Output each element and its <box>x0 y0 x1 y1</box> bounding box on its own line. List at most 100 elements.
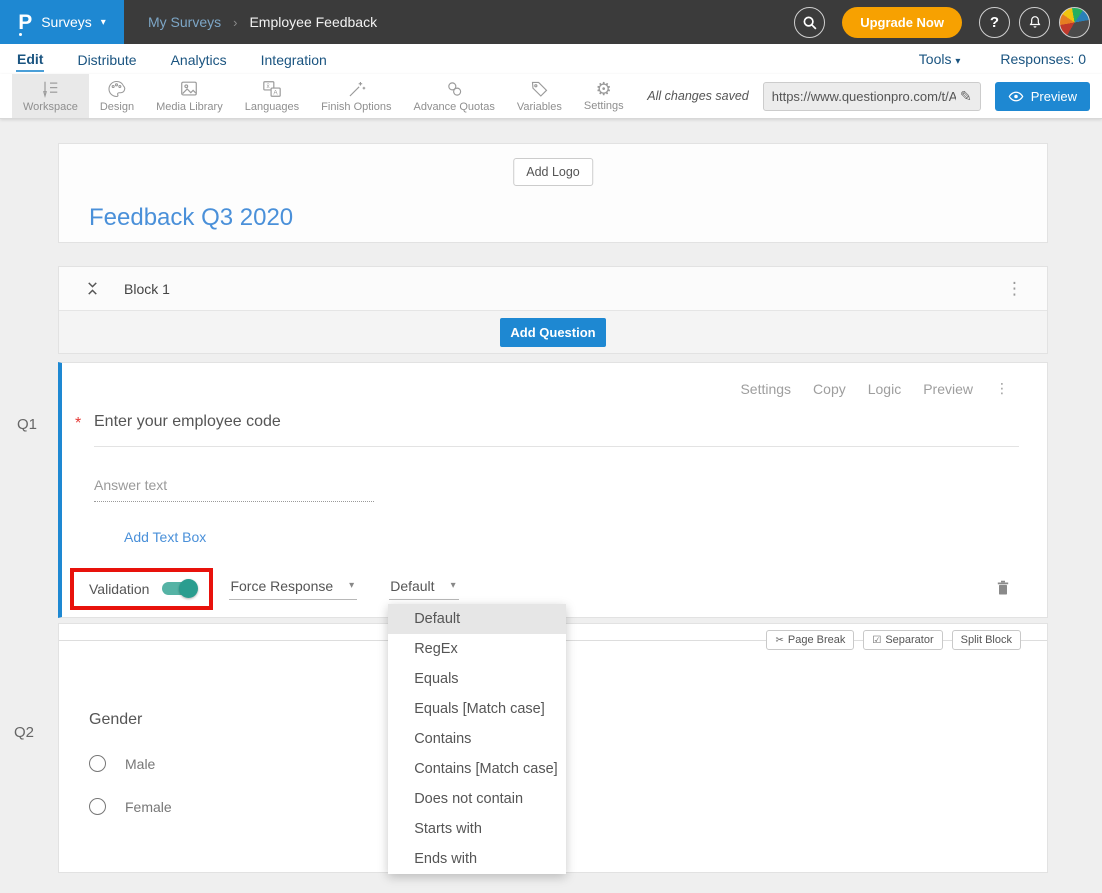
notifications-button[interactable] <box>1019 7 1050 38</box>
question-settings-button[interactable]: Settings <box>740 381 791 397</box>
add-question-button[interactable]: Add Question <box>500 318 605 347</box>
question-preview-button[interactable]: Preview <box>923 381 973 397</box>
validation-toggle[interactable] <box>162 582 196 595</box>
validation-type-dropdown: Default RegEx Equals Equals [Match case]… <box>388 604 566 874</box>
save-status-text: All changes saved <box>647 89 748 103</box>
chevron-down-icon: ▾ <box>101 17 106 28</box>
palette-icon <box>106 79 127 99</box>
page-break-label: Page Break <box>788 634 845 646</box>
toolbar-item-settings[interactable]: ⚙ Settings <box>573 74 635 118</box>
tools-label: Tools <box>919 51 952 67</box>
toolbar-item-advance-quotas[interactable]: Advance Quotas <box>402 74 505 118</box>
separator-button[interactable]: ☑ Separator <box>863 630 942 650</box>
add-logo-button[interactable]: Add Logo <box>513 158 593 186</box>
block-title[interactable]: Block 1 <box>124 281 170 297</box>
dropdown-option-regex[interactable]: RegEx <box>388 634 566 664</box>
separator-checkbox-icon: ☑ <box>872 635 881 646</box>
tag-icon <box>529 79 550 99</box>
radio-icon[interactable] <box>89 798 106 815</box>
toolbar-item-languages[interactable]: x̄ A Languages <box>234 74 310 118</box>
survey-nav: Edit Distribute Analytics Integration To… <box>0 44 1102 74</box>
force-response-select[interactable]: Force Response ▾ <box>229 578 357 600</box>
magic-wand-icon <box>346 79 367 99</box>
help-button[interactable]: ? <box>979 7 1010 38</box>
validation-bar: Validation Force Response ▾ Default ▾ De… <box>62 560 1047 617</box>
toolbar-label: Design <box>100 101 134 113</box>
tools-menu[interactable]: Tools ▾ <box>919 51 961 67</box>
question-mark-icon: ? <box>990 14 999 31</box>
tab-analytics[interactable]: Analytics <box>170 48 228 71</box>
split-block-label: Split Block <box>961 634 1012 646</box>
tab-distribute[interactable]: Distribute <box>76 48 137 71</box>
breadcrumb-separator-icon: › <box>233 15 237 30</box>
toolbar-label: Variables <box>517 101 562 113</box>
product-switcher[interactable]: P Surveys ▾ <box>0 0 124 44</box>
toolbar-label: Advance Quotas <box>413 101 494 113</box>
block-kebab-menu-icon[interactable]: ⋮ <box>1006 280 1023 297</box>
survey-url-value: https://www.questionpro.com/t/A <box>772 89 956 104</box>
question-kebab-menu-icon[interactable]: ⋮ <box>995 380 1009 397</box>
question-1-text[interactable]: Enter your employee code <box>94 413 1019 447</box>
question-copy-button[interactable]: Copy <box>813 381 846 397</box>
dropdown-option-default[interactable]: Default <box>388 604 566 634</box>
workspace-icon <box>39 79 61 99</box>
question-menu: Settings Copy Logic Preview ⋮ <box>62 363 1047 397</box>
split-block-button[interactable]: Split Block <box>952 630 1021 650</box>
translate-icon: x̄ A <box>261 79 283 99</box>
radio-icon[interactable] <box>89 755 106 772</box>
dropdown-option-equals-match-case[interactable]: Equals [Match case] <box>388 694 566 724</box>
dropdown-option-does-not-contain[interactable]: Does not contain <box>388 784 566 814</box>
survey-url-field[interactable]: https://www.questionpro.com/t/A ✎ <box>763 82 981 111</box>
validation-type-value: Default <box>390 578 434 594</box>
breadcrumb-my-surveys[interactable]: My Surveys <box>148 14 221 30</box>
chevron-down-icon: ▾ <box>349 580 354 591</box>
preview-button[interactable]: Preview <box>995 82 1090 111</box>
dropdown-option-contains[interactable]: Contains <box>388 724 566 754</box>
tab-edit[interactable]: Edit <box>16 47 44 72</box>
collapse-block-button[interactable] <box>85 280 100 297</box>
breadcrumb-current-survey: Employee Feedback <box>249 14 377 30</box>
toolbar-item-finish-options[interactable]: Finish Options <box>310 74 402 118</box>
radio-option-label: Female <box>125 799 172 815</box>
toolbar-item-workspace[interactable]: Workspace <box>12 74 89 118</box>
toolbar-label: Finish Options <box>321 101 391 113</box>
force-response-value: Force Response <box>230 578 333 594</box>
edit-pencil-icon[interactable]: ✎ <box>960 88 972 105</box>
question-logic-button[interactable]: Logic <box>868 381 901 397</box>
toolbar-label: Languages <box>245 101 299 113</box>
toolbar-item-media-library[interactable]: Media Library <box>145 74 234 118</box>
dropdown-option-starts-with[interactable]: Starts with <box>388 814 566 844</box>
question-1-card: Q1 Settings Copy Logic Preview ⋮ * Enter… <box>58 362 1048 618</box>
radio-option-male[interactable]: Male <box>89 755 1047 772</box>
question-2-text[interactable]: Gender <box>89 711 1047 729</box>
toolbar-item-variables[interactable]: Variables <box>506 74 573 118</box>
add-text-box-link[interactable]: Add Text Box <box>124 529 206 545</box>
gear-icon: ⚙ <box>596 80 612 98</box>
trash-icon <box>995 579 1011 598</box>
question-title-row: * Enter your employee code <box>62 397 1047 447</box>
survey-header-card: Add Logo Feedback Q3 2020 <box>58 143 1048 243</box>
survey-title[interactable]: Feedback Q3 2020 <box>89 204 293 232</box>
responses-count[interactable]: Responses: 0 <box>1000 51 1086 67</box>
validation-type-select[interactable]: Default ▾ Default RegEx Equals Equals [M… <box>389 578 458 600</box>
search-button[interactable] <box>794 7 825 38</box>
annotation-highlight: Validation <box>70 568 213 610</box>
avatar[interactable] <box>1059 7 1090 38</box>
eye-icon <box>1008 90 1024 103</box>
question-2-number: Q2 <box>14 724 34 741</box>
upgrade-now-button[interactable]: Upgrade Now <box>842 7 962 38</box>
toolbar-item-design[interactable]: Design <box>89 74 145 118</box>
tab-integration[interactable]: Integration <box>260 48 328 71</box>
page-break-button[interactable]: ✂ Page Break <box>766 630 854 650</box>
radio-option-female[interactable]: Female <box>89 798 1047 815</box>
dropdown-option-ends-with[interactable]: Ends with <box>388 844 566 874</box>
answer-text-input[interactable]: Answer text <box>94 477 374 502</box>
delete-question-button[interactable] <box>995 579 1011 598</box>
image-icon <box>178 79 200 99</box>
dropdown-option-equals[interactable]: Equals <box>388 664 566 694</box>
questionpro-logo-icon: P <box>18 12 32 33</box>
svg-text:A: A <box>273 89 278 96</box>
editor-toolbar: Workspace Design Media Library x̄ A Lang… <box>0 74 1102 119</box>
dropdown-option-contains-match-case[interactable]: Contains [Match case] <box>388 754 566 784</box>
chevron-down-icon: ▾ <box>955 56 960 67</box>
